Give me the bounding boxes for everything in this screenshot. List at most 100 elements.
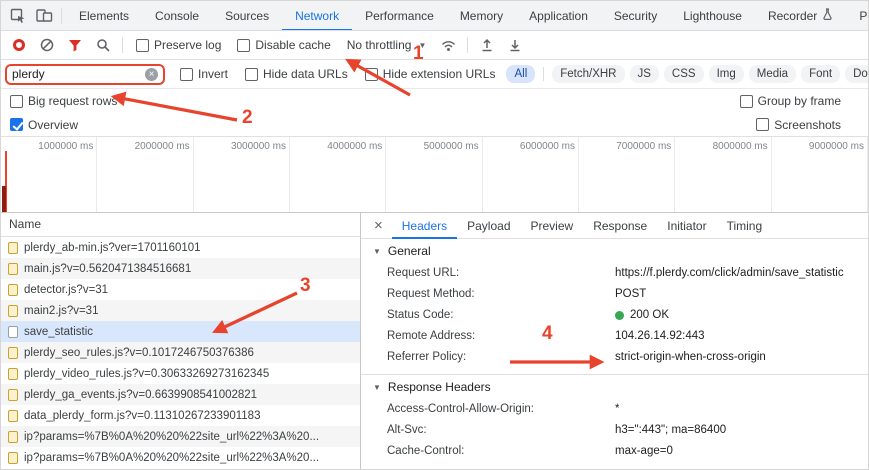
filter-pill-js[interactable]: JS [630, 65, 659, 83]
search-icon[interactable] [90, 32, 116, 58]
script-file-icon [8, 242, 18, 254]
filter-input[interactable]: × [5, 64, 165, 85]
header-key: Remote Address: [387, 329, 615, 344]
header-key: Status Code: [387, 308, 615, 323]
filter-funnel-icon[interactable] [62, 32, 88, 58]
response-headers-section-header[interactable]: ▼ Response Headers [361, 375, 868, 399]
filter-pill-font[interactable]: Font [801, 65, 840, 83]
tab-recorder-label: Recorder [768, 9, 817, 23]
chevron-down-icon: ▼ [418, 41, 426, 50]
close-details-icon[interactable]: × [365, 217, 392, 234]
request-row[interactable]: main.js?v=0.5620471384516681 [1, 258, 360, 279]
request-row[interactable]: data_plerdy_form.js?v=0.1131026723390118… [1, 405, 360, 426]
tab-application[interactable]: Application [516, 1, 601, 31]
header-value: 104.26.14.92:443 [615, 329, 705, 344]
request-name: save_statistic [24, 326, 93, 338]
tab-response[interactable]: Response [583, 213, 657, 239]
throttling-select[interactable]: No throttling ▼ [340, 38, 434, 52]
hide-data-urls-checkbox[interactable]: Hide data URLs [238, 67, 355, 81]
tab-performance-insights[interactable]: Performance insights [846, 1, 868, 31]
preserve-log-checkbox[interactable]: Preserve log [129, 38, 228, 52]
tab-headers[interactable]: Headers [392, 213, 457, 239]
request-details-panel: × Headers Payload Preview Response Initi… [361, 213, 868, 470]
document-file-icon [8, 326, 18, 338]
tab-memory[interactable]: Memory [447, 1, 516, 31]
disable-cache-checkbox[interactable]: Disable cache [230, 38, 337, 52]
general-section-header[interactable]: ▼ General [361, 239, 868, 263]
clear-network-log-icon[interactable] [34, 32, 60, 58]
tab-initiator[interactable]: Initiator [657, 213, 716, 239]
filter-text-field[interactable] [12, 67, 141, 81]
overview-checkbox[interactable]: Overview [3, 118, 85, 132]
checkbox-checked[interactable] [10, 118, 23, 131]
request-row-selected[interactable]: save_statistic [1, 321, 360, 342]
script-file-icon [8, 347, 18, 359]
request-name: data_plerdy_form.js?v=0.1131026723390118… [24, 410, 260, 422]
record-network-log-button[interactable] [6, 32, 32, 58]
checkbox-unchecked[interactable] [136, 39, 149, 52]
name-column-header[interactable]: Name [1, 213, 360, 237]
network-conditions-icon[interactable] [435, 32, 461, 58]
tab-console[interactable]: Console [142, 1, 212, 31]
checkbox-unchecked[interactable] [237, 39, 250, 52]
device-toolbar-icon[interactable] [31, 3, 57, 29]
group-by-frame-checkbox[interactable]: Group by frame [733, 94, 848, 108]
request-row[interactable]: ip?params=%7B%0A%20%20%22site_url%22%3A%… [1, 426, 360, 447]
checkbox-unchecked[interactable] [365, 68, 378, 81]
network-filter-bar: × Invert Hide data URLs Hide extension U… [1, 60, 868, 89]
filter-pill-doc[interactable]: Doc [845, 65, 868, 83]
checkbox-unchecked[interactable] [245, 68, 258, 81]
header-value: h3=":443"; ma=86400 [615, 423, 726, 438]
tab-elements[interactable]: Elements [66, 1, 142, 31]
checkbox-unchecked[interactable] [180, 68, 193, 81]
tab-sources[interactable]: Sources [212, 1, 282, 31]
details-tabbar: × Headers Payload Preview Response Initi… [361, 213, 868, 239]
big-request-rows-checkbox[interactable]: Big request rows [3, 94, 124, 108]
request-row[interactable]: main2.js?v=31 [1, 300, 360, 321]
tab-lighthouse[interactable]: Lighthouse [670, 1, 755, 31]
clear-filter-icon[interactable]: × [145, 68, 158, 81]
network-overview-timeline[interactable]: 1000000 ms 2000000 ms 3000000 ms 4000000… [1, 137, 868, 213]
filter-pill-img[interactable]: Img [709, 65, 744, 83]
checkbox-unchecked[interactable] [740, 95, 753, 108]
checkbox-unchecked[interactable] [10, 95, 23, 108]
divider [122, 37, 123, 53]
request-row[interactable]: plerdy_ga_events.js?v=0.6639908541002821 [1, 384, 360, 405]
inspect-element-icon[interactable] [5, 3, 31, 29]
header-value: https://f.plerdy.com/click/admin/save_st… [615, 266, 844, 281]
filter-pill-media[interactable]: Media [749, 65, 796, 83]
tab-payload[interactable]: Payload [457, 213, 520, 239]
request-row[interactable]: detector.js?v=31 [1, 279, 360, 300]
request-row[interactable]: plerdy_seo_rules.js?v=0.1017246750376386 [1, 342, 360, 363]
throttling-value: No throttling [347, 38, 412, 52]
script-file-icon [8, 368, 18, 380]
tab-recorder[interactable]: Recorder [755, 1, 846, 31]
tab-network[interactable]: Network [282, 1, 352, 31]
overview-label: Overview [28, 118, 78, 132]
filter-pill-all[interactable]: All [506, 65, 535, 83]
request-row[interactable]: plerdy_ab-min.js?ver=1701160101 [1, 237, 360, 258]
invert-checkbox[interactable]: Invert [173, 67, 235, 81]
tab-timing[interactable]: Timing [717, 213, 773, 239]
header-row: Access-Control-Allow-Origin: * [361, 399, 868, 420]
tab-preview[interactable]: Preview [521, 213, 584, 239]
request-row[interactable]: plerdy_video_rules.js?v=0.30633269273162… [1, 363, 360, 384]
checkbox-unchecked[interactable] [756, 118, 769, 131]
request-row[interactable]: ip?params=%7B%0A%20%20%22site_url%22%3A%… [1, 447, 360, 468]
filter-pill-css[interactable]: CSS [664, 65, 704, 83]
request-name: plerdy_ga_events.js?v=0.6639908541002821 [24, 389, 257, 401]
import-har-icon[interactable] [474, 32, 500, 58]
filter-pill-fetch-xhr[interactable]: Fetch/XHR [552, 65, 624, 83]
hide-extension-urls-checkbox[interactable]: Hide extension URLs [358, 67, 503, 81]
screenshots-checkbox[interactable]: Screenshots [749, 118, 848, 132]
response-headers-section: ▼ Response Headers Access-Control-Allow-… [361, 375, 868, 468]
tab-security[interactable]: Security [601, 1, 670, 31]
details-body: ▼ General Request URL: https://f.plerdy.… [361, 239, 868, 470]
header-row: Request Method: POST [361, 284, 868, 305]
header-row: Request URL: https://f.plerdy.com/click/… [361, 263, 868, 284]
header-value: POST [615, 287, 646, 302]
export-har-icon[interactable] [502, 32, 528, 58]
tab-performance[interactable]: Performance [352, 1, 447, 31]
group-by-frame-label: Group by frame [758, 94, 841, 108]
timeline-tick: 9000000 ms [772, 137, 868, 212]
